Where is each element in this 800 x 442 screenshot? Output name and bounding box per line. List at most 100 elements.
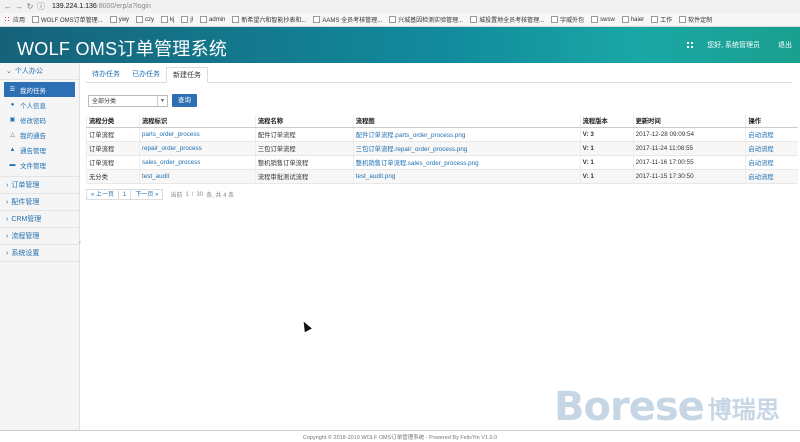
start-process-link[interactable]: 启动流程 [745, 169, 798, 184]
process-key-link[interactable]: parts_order_process [138, 127, 256, 142]
process-key-link[interactable]: sales_order_process [138, 155, 256, 170]
bookmark-item[interactable]: haier [621, 16, 644, 23]
bookmark-item[interactable]: swsw [591, 16, 615, 23]
task-tabs: 待办任务 已办任务 新建任务 [86, 67, 792, 83]
column-header[interactable]: 流程版本 [579, 115, 634, 128]
start-process-link[interactable]: 启动流程 [745, 141, 798, 156]
updated-cell: 2017-12-28 09:09:54 [632, 127, 746, 142]
page-info: 当前 1 / 30 条, 共 4 条 [170, 191, 235, 200]
info-icon[interactable]: ⓘ [37, 2, 45, 11]
chevron-right-icon: › [6, 232, 9, 240]
page-size-input[interactable]: 30 [196, 192, 203, 198]
column-header[interactable]: 流程图 [352, 115, 581, 128]
process-key-link[interactable]: test_audit [138, 169, 256, 184]
filter-bar: 全部分类 ▼ 查询 [88, 94, 197, 107]
bookmark-item[interactable]: ywy [109, 16, 129, 23]
url-field[interactable]: 139.224.1.136 :8000/erp/a?login [52, 2, 151, 12]
process-key-link[interactable]: repair_order_process [138, 141, 256, 156]
grid-icon[interactable] [687, 42, 694, 48]
bookmark-item[interactable]: 兴城基因检测实验管理... [389, 15, 463, 24]
sidebar-item-my-tasks[interactable]: ☰ 我的任务 [4, 82, 75, 97]
category-cell: 订单流程 [86, 141, 140, 156]
sidebar-item-profile[interactable]: ● 个人信息 [0, 97, 79, 112]
user-greeting[interactable]: 您好, 系统管理员 [707, 40, 760, 50]
bookmark-item[interactable]: 新希望六和智能抄表和... [232, 15, 306, 24]
next-page-button[interactable]: 下一页 » [130, 189, 164, 200]
watermark-cn: 博瑞思 [707, 396, 780, 424]
bell-icon: △ [10, 132, 15, 138]
start-process-link[interactable]: 启动流程 [745, 155, 798, 170]
lock-icon: ▣ [9, 117, 16, 123]
sidebar-group-crm[interactable]: › CRM管理 [0, 211, 79, 228]
page-icon [470, 16, 478, 23]
diagram-link[interactable]: 配件订单流程.parts_order_process.png [352, 127, 581, 142]
sidebar-group-orders[interactable]: › 订单管理 [0, 177, 79, 194]
version-cell: V: 1 [579, 169, 634, 184]
table-row: 无分类 test_audit 流程审批测试流程 test_audit.png V… [86, 169, 798, 184]
folder-icon [551, 16, 559, 23]
sidebar-group-workflow[interactable]: › 流程管理 [0, 228, 79, 245]
bookmarks-bar: 应用 WOLF OMS订单管理... ywy czy kj jl admin 新… [0, 13, 800, 27]
tab-todo[interactable]: 待办任务 [86, 67, 126, 83]
pagination: « 上一页 1 下一页 » 当前 1 / 30 条, 共 4 条 [86, 189, 237, 200]
tab-done[interactable]: 已办任务 [126, 67, 166, 83]
list-icon: ☰ [9, 87, 16, 93]
sidebar-group-parts[interactable]: › 配件管理 [0, 194, 79, 211]
sidebar-item-password[interactable]: ▣ 修改密码 [0, 112, 79, 127]
diagram-link[interactable]: test_audit.png [352, 169, 581, 184]
prev-page-button[interactable]: « 上一页 [86, 189, 120, 200]
bookmark-item[interactable]: 宇威外包 [551, 15, 584, 24]
main-content: 待办任务 已办任务 新建任务 全部分类 ▼ 查询 流程分类 流程标识 流程名称 … [80, 63, 800, 430]
back-icon[interactable]: ← [4, 2, 12, 11]
bookmark-item[interactable]: 软件定制 [679, 15, 712, 24]
folder-icon [591, 16, 599, 23]
watermark-logo: Borese 博瑞思 [554, 384, 780, 430]
table-row: 订单流程 repair_order_process 三包订单流程 三包订单流程.… [86, 141, 798, 156]
diagram-link[interactable]: 整机销售订单流程.sales_order_process.png [352, 155, 581, 170]
version-cell: V: 1 [579, 155, 634, 170]
column-header[interactable]: 流程标识 [138, 115, 256, 128]
updated-cell: 2017-11-16 17:00:55 [632, 155, 746, 170]
current-page-input[interactable]: 1 [185, 192, 188, 198]
reload-icon[interactable]: ↻ [26, 2, 34, 11]
updated-cell: 2017-11-15 17:30:50 [632, 169, 746, 184]
app-title: WOLF OMS订单管理系统 [17, 39, 228, 59]
column-header[interactable]: 流程分类 [86, 115, 140, 128]
folder-icon [651, 16, 659, 23]
bookmark-apps[interactable]: 应用 [4, 15, 25, 24]
sidebar: ⌄ 个人办公 ☰ 我的任务 ● 个人信息 ▣ 修改密码 △ 我的通告 ▲ 通告管… [0, 63, 80, 430]
bookmark-item[interactable]: AAMS 全员考核管理... [313, 15, 382, 24]
query-button[interactable]: 查询 [172, 94, 197, 107]
table-row: 订单流程 parts_order_process 配件订单流程 配件订单流程.p… [86, 127, 798, 142]
category-select[interactable]: 全部分类 ▼ [88, 94, 168, 107]
page-icon [389, 16, 397, 23]
bookmark-item[interactable]: jl [181, 16, 193, 23]
tab-new-task[interactable]: 新建任务 [166, 67, 208, 83]
category-cell: 订单流程 [86, 127, 140, 142]
bookmark-item[interactable]: 城投置地全员考核管理... [470, 15, 544, 24]
bookmark-item[interactable]: kj [161, 16, 174, 23]
sidebar-item-my-notices[interactable]: △ 我的通告 [0, 127, 79, 142]
sidebar-group-settings[interactable]: › 系统设置 [0, 245, 79, 262]
folder-icon: ▬ [9, 161, 16, 168]
chevron-down-icon: ⌄ [6, 68, 12, 75]
sidebar-group-personal[interactable]: ⌄ 个人办公 [0, 63, 79, 80]
start-process-link[interactable]: 启动流程 [745, 127, 798, 142]
column-header[interactable]: 更新时间 [632, 115, 746, 128]
page-icon [313, 16, 321, 23]
url-host: 139.224.1.136 [52, 3, 97, 10]
logout-link[interactable]: 退出 [778, 40, 792, 50]
page-icon [161, 16, 169, 23]
sidebar-item-files[interactable]: ▬ 文件管理 [0, 157, 79, 172]
bookmark-item[interactable]: admin [200, 16, 225, 23]
column-header[interactable]: 操作 [745, 115, 798, 128]
sidebar-item-notice-admin[interactable]: ▲ 通告管理 [0, 142, 79, 157]
bookmark-item[interactable]: WOLF OMS订单管理... [32, 15, 103, 24]
column-header[interactable]: 流程名称 [254, 115, 354, 128]
forward-icon[interactable]: → [15, 2, 23, 11]
bookmark-item[interactable]: czy [136, 16, 154, 23]
footer-divider [0, 430, 800, 431]
bookmark-item[interactable]: 工作 [651, 15, 672, 24]
page-number-button[interactable]: 1 [118, 189, 132, 200]
diagram-link[interactable]: 三包订单流程.repair_order_process.png [352, 141, 581, 156]
